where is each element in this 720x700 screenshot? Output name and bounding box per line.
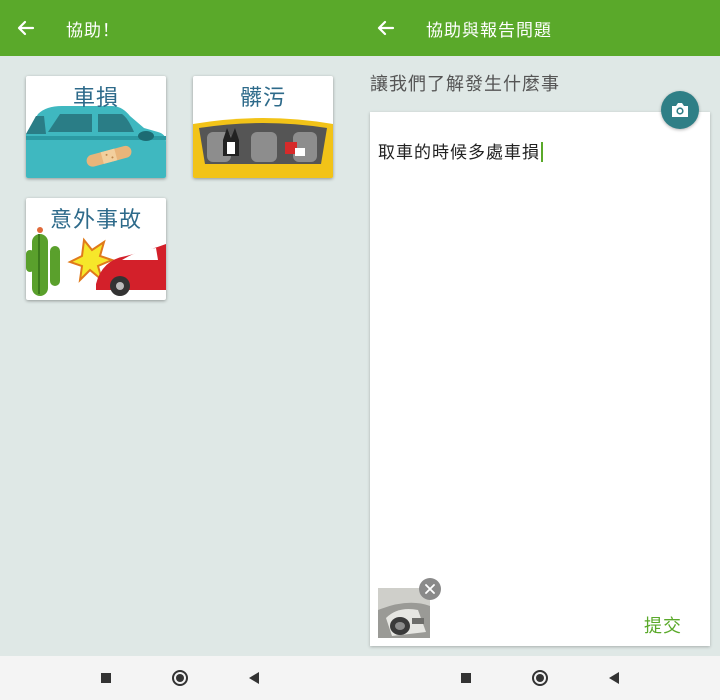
nav-back-button[interactable] <box>604 668 624 688</box>
report-text-field[interactable]: 取車的時候多處車損 <box>378 138 543 163</box>
back-button[interactable] <box>0 0 52 56</box>
prompt-heading: 讓我們了解發生什麼事 <box>370 74 560 95</box>
close-icon <box>425 584 435 594</box>
nav-group-left <box>0 656 360 700</box>
circle-icon <box>532 670 548 686</box>
app-bar: 協助與報告問題 <box>360 0 720 56</box>
home-button[interactable] <box>170 668 190 688</box>
report-issue-screen: 協助與報告問題 讓我們了解發生什麼事 取車的時候多處車損 提交 <box>360 0 720 656</box>
circle-icon <box>172 670 188 686</box>
camera-icon <box>672 103 688 117</box>
recents-button[interactable] <box>96 668 116 688</box>
back-button[interactable] <box>360 0 412 56</box>
submit-button[interactable]: 提交 <box>644 612 682 638</box>
arrow-left-icon <box>377 20 395 36</box>
category-tile-dirty[interactable]: 髒污 <box>193 76 333 178</box>
category-tile-damage[interactable]: 車損 <box>26 76 166 178</box>
category-label: 意外事故 <box>49 208 142 233</box>
page-title: 協助與報告問題 <box>426 20 552 41</box>
triangle-back-icon <box>609 672 619 684</box>
report-card: 取車的時候多處車損 提交 <box>370 112 710 646</box>
nav-group-right <box>360 656 720 700</box>
home-button[interactable] <box>530 668 550 688</box>
text-caret <box>541 142 543 162</box>
square-icon <box>461 673 471 683</box>
triangle-back-icon <box>249 672 259 684</box>
camera-button[interactable] <box>661 91 699 129</box>
page-title: 協助！ <box>66 20 120 41</box>
category-tile-accident[interactable]: 意外事故 <box>26 198 166 300</box>
system-nav-bar <box>0 656 720 700</box>
nav-back-button[interactable] <box>244 668 264 688</box>
app-bar: 協助！ <box>0 0 360 56</box>
square-icon <box>101 673 111 683</box>
category-label: 髒污 <box>239 86 286 111</box>
report-text-value: 取車的時候多處車損 <box>378 143 540 163</box>
recents-button[interactable] <box>456 668 476 688</box>
remove-photo-button[interactable] <box>419 578 441 600</box>
category-label: 車損 <box>72 86 119 111</box>
arrow-left-icon <box>17 20 35 36</box>
help-screen: 協助！ 車損 髒污 意外事故 <box>0 0 360 656</box>
